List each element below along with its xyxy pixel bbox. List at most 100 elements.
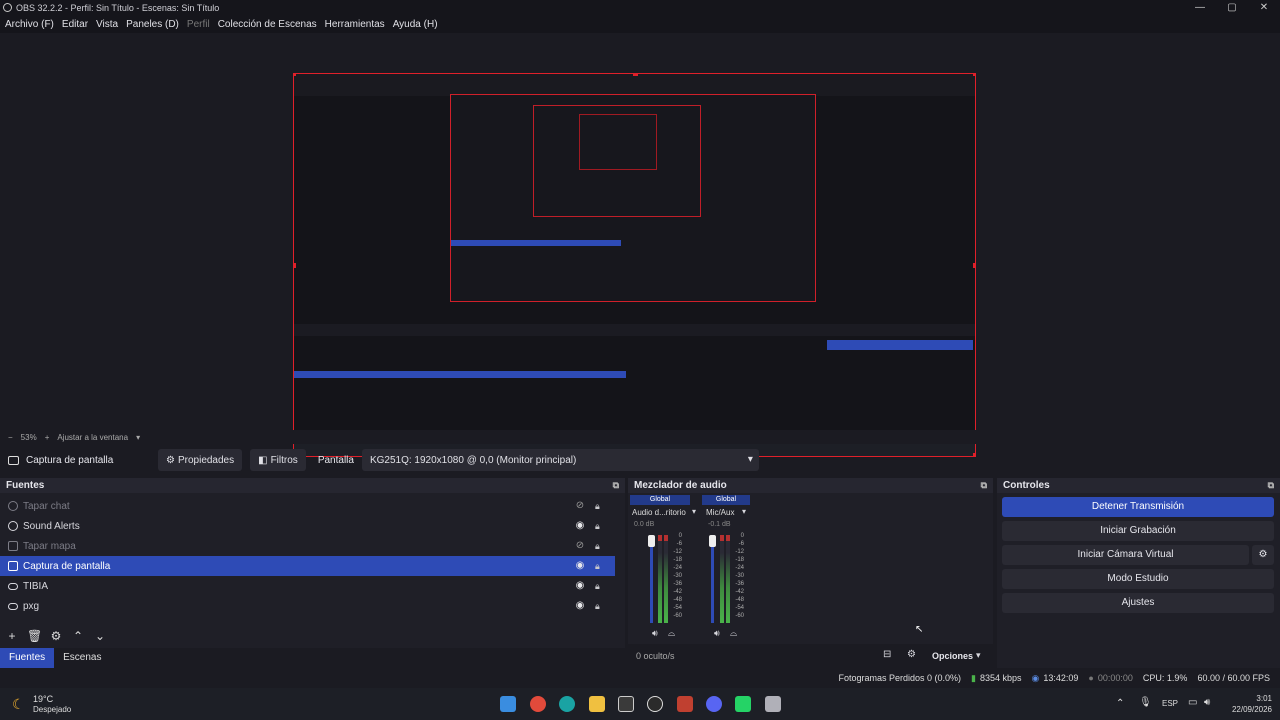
zoom-out-button[interactable]: − [8,433,13,442]
gear-icon[interactable]: ⚙ [49,629,63,643]
add-icon[interactable]: + [5,629,19,643]
stop-streaming-button[interactable]: Detener Transmisión [1002,497,1274,517]
tab-fuentes[interactable]: Fuentes [0,648,55,668]
display-select[interactable]: KG251Q: 1920x1080 @ 0,0 (Monitor princip… [361,449,759,471]
preview-area[interactable] [0,33,1280,457]
menu-ayuda[interactable]: Ayuda (H) [393,19,438,30]
studio-mode-button[interactable]: Modo Estudio [1002,569,1274,589]
weather-desc[interactable]: Despejado [33,705,71,714]
menu-herramientas[interactable]: Herramientas [325,19,385,30]
microphone-icon[interactable]: 🎙︎ [1139,697,1152,708]
trash-icon[interactable]: 🗑︎ [27,629,42,643]
lock-icon[interactable]: 🔒︎ [595,521,603,531]
menu-vista[interactable]: Vista [96,19,118,30]
move-down-icon[interactable]: ⌄ [93,629,107,643]
layout-icon[interactable]: ⊟ [883,649,891,660]
game-icon[interactable] [677,696,693,712]
speaker-icon[interactable]: 🔊︎ [652,628,658,639]
options-button[interactable]: Opciones [932,651,973,661]
eye-icon[interactable]: ◉ [575,601,585,611]
app-m-icon[interactable] [618,696,634,712]
menu-editar[interactable]: Editar [62,19,88,30]
resize-handle[interactable] [633,74,638,76]
language-indicator[interactable]: ESP [1162,699,1178,708]
source-item[interactable]: TIBIA ◉ 🔒︎ [0,576,615,596]
volume-slider-handle[interactable] [648,535,655,547]
volume-slider[interactable] [711,538,714,623]
gear-icon[interactable]: ⚙ [1252,545,1274,565]
eye-off-icon[interactable]: ⊘ [575,541,585,551]
db-tick: -6 [738,541,744,547]
source-item[interactable]: pxg ◉ 🔒︎ [0,596,615,616]
source-item[interactable]: Captura de pantalla ◉ 🔒︎ [0,556,615,576]
source-item[interactable]: Tapar mapa ⊘ 🔒︎ [0,536,615,556]
source-item[interactable]: Tapar chat ⊘ 🔒︎ [0,496,615,516]
resize-handle[interactable] [294,263,296,268]
menu-coleccion-escenas[interactable]: Colección de Escenas [218,19,317,30]
resize-handle[interactable] [973,263,975,268]
chrome-icon[interactable] [530,696,546,712]
captured-inner-preview-2 [533,105,701,217]
app-icon[interactable] [765,696,781,712]
volume-slider-handle[interactable] [709,535,716,547]
start-virtual-camera-button[interactable]: Iniciar Cámara Virtual [1002,545,1249,565]
headphones-icon[interactable]: ⌓ [668,628,675,639]
maximize-button[interactable]: ▢ [1216,0,1248,15]
level-peak [658,535,662,541]
gear-icon [8,501,18,511]
minimize-button[interactable]: — [1184,0,1216,15]
lock-icon[interactable]: 🔒︎ [595,561,603,571]
volume-icon[interactable]: 🔊︎ [1204,697,1210,708]
settings-button[interactable]: Ajustes [1002,593,1274,613]
close-button[interactable]: ✕ [1248,0,1280,15]
filters-button[interactable]: ◧ Filtros [250,449,306,471]
tab-escenas[interactable]: Escenas [54,648,110,668]
eye-icon[interactable]: ◉ [575,561,585,571]
app-icon[interactable] [559,696,575,712]
source-item[interactable]: Sound Alerts ◉ 🔒︎ [0,516,615,536]
speaker-icon[interactable]: 🔊︎ [714,628,720,639]
resize-handle[interactable] [973,74,975,76]
zoom-fit[interactable]: Ajustar a la ventana [57,433,128,442]
properties-button[interactable]: ⚙ Propiedades [158,449,243,471]
discord-icon[interactable] [706,696,722,712]
preview-canvas[interactable] [293,73,976,457]
db-tick: 0 [678,533,682,539]
eye-icon[interactable]: ◉ [575,521,585,531]
chevron-down-icon[interactable]: ▾ [692,507,696,516]
db-tick: -42 [673,589,682,595]
weather-temp[interactable]: 19°C [33,694,53,704]
undock-icon[interactable]: ⧉ [613,480,619,491]
eye-off-icon[interactable]: ⊘ [575,501,585,511]
lock-icon[interactable]: 🔒︎ [595,501,603,511]
whatsapp-icon[interactable] [735,696,751,712]
chevron-up-icon[interactable]: ⌃ [1116,698,1124,709]
chevron-down-icon[interactable]: ▾ [136,433,140,442]
menu-paneles[interactable]: Paneles (D) [126,19,179,30]
undock-icon[interactable]: ⧉ [1268,480,1274,491]
eye-icon[interactable]: ◉ [575,581,585,591]
headphones-icon[interactable]: ⌓ [730,628,737,639]
lock-icon[interactable]: 🔒︎ [595,541,603,551]
resize-handle[interactable] [294,74,296,76]
network-icon[interactable]: ▭ [1188,697,1197,708]
start-recording-button[interactable]: Iniciar Grabación [1002,521,1274,541]
chevron-down-icon[interactable]: ▾ [742,507,746,516]
advanced-audio-icon[interactable]: ⚙ [907,649,916,660]
clock-time[interactable]: 3:01 [1222,694,1272,703]
move-up-icon[interactable]: ⌃ [71,629,85,643]
file-explorer-icon[interactable] [589,696,605,712]
undock-icon[interactable]: ⧉ [981,480,987,491]
obs-icon[interactable] [647,696,663,712]
zoom-in-button[interactable]: + [45,433,50,442]
menu-perfil[interactable]: Perfil [187,19,210,30]
lock-icon[interactable]: 🔒︎ [595,601,603,611]
volume-slider[interactable] [650,538,653,623]
clock-date[interactable]: 22/09/2026 [1222,705,1272,714]
source-item-label: Captura de pantalla [23,560,111,572]
lock-icon[interactable]: 🔒︎ [595,581,603,591]
menu-archivo[interactable]: Archivo (F) [5,19,54,30]
windows-start-icon[interactable] [500,696,516,712]
db-tick: 0 [740,533,744,539]
chevron-down-icon[interactable]: ▾ [976,650,981,661]
